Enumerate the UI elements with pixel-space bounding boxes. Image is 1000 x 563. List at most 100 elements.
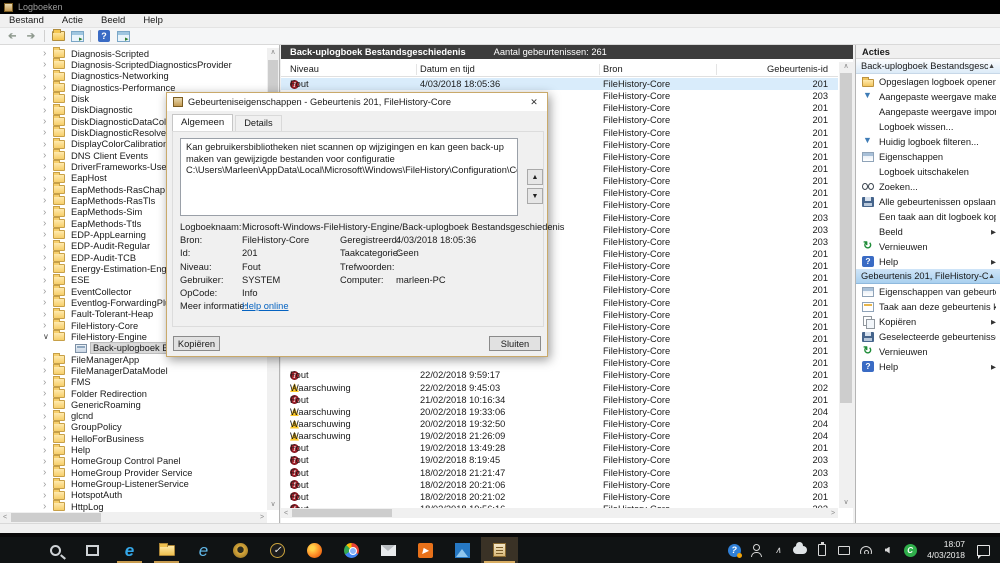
action-item[interactable]: Logboek uitschakelen (856, 164, 1000, 179)
tree-item[interactable]: HttpLog (0, 500, 266, 512)
chevron-icon[interactable] (43, 297, 53, 308)
chevron-icon[interactable] (43, 184, 53, 195)
close-button[interactable]: Sluiten (489, 336, 541, 351)
action-item[interactable]: Opgeslagen logboek openen... (856, 74, 1000, 89)
chevron-icon[interactable] (43, 388, 53, 399)
chevron-icon[interactable] (43, 207, 53, 218)
tree-item[interactable]: Diagnosis-Scripted (0, 47, 266, 59)
tree-item[interactable]: GroupPolicy (0, 420, 266, 433)
chevron-icon[interactable] (43, 320, 53, 331)
tree-horizontal-scrollbar[interactable]: < > (0, 512, 267, 523)
chevron-icon[interactable] (43, 139, 53, 150)
chevron-icon[interactable] (43, 105, 53, 116)
help-tray-icon[interactable]: ? (723, 537, 745, 563)
taskbar-clock[interactable]: 18:07 4/03/2018 (921, 539, 973, 560)
chevron-icon[interactable] (43, 241, 53, 252)
menu-item[interactable]: Bestand (0, 14, 53, 27)
search-button[interactable] (37, 537, 74, 563)
menu-item[interactable]: Help (134, 14, 172, 27)
scroll-left-icon[interactable]: < (0, 512, 10, 523)
close-icon[interactable]: ✕ (521, 93, 547, 111)
gold-app-icon[interactable] (222, 537, 259, 563)
tree-item[interactable]: FMS (0, 375, 266, 388)
scrollbar-thumb[interactable] (11, 513, 101, 522)
chevron-icon[interactable] (43, 218, 53, 229)
tree-item[interactable]: glcnd (0, 409, 266, 422)
action-item[interactable]: Vernieuwen (856, 344, 1000, 359)
event-row[interactable]: Waarschuwing 20/02/2018 19:32:50 FileHis… (281, 418, 838, 430)
action-item[interactable]: Taak aan deze gebeurtenis kopp... (856, 299, 1000, 314)
tree-item[interactable]: HomeGroup Provider Service (0, 466, 266, 478)
action-item[interactable]: Geselecteerde gebeurtenissen o... (856, 329, 1000, 344)
chevron-icon[interactable] (43, 59, 53, 70)
chevron-icon[interactable] (43, 229, 53, 240)
tree-item[interactable]: Diagnostics-Networking (0, 69, 266, 82)
chevron-icon[interactable] (43, 399, 53, 410)
checkmark-app-icon[interactable]: ✓ (259, 537, 296, 563)
action-center-icon[interactable] (977, 544, 990, 559)
tree-item[interactable]: GenericRoaming (0, 398, 266, 410)
chevron-icon[interactable] (43, 173, 53, 184)
scroll-right-icon[interactable]: > (828, 508, 838, 518)
tab-algemeen[interactable]: Algemeen (172, 114, 234, 131)
help-button[interactable]: ? (96, 29, 112, 43)
chevron-icon[interactable] (43, 433, 53, 444)
scroll-right-icon[interactable]: > (257, 512, 267, 523)
event-row[interactable]: Fout 18/02/2018 20:21:06 FileHistory-Cor… (281, 479, 838, 491)
chevron-icon[interactable] (43, 445, 53, 456)
chevron-icon[interactable] (43, 127, 53, 138)
list-vertical-scrollbar[interactable]: ∧ ∨ (839, 62, 853, 508)
next-event-button[interactable]: ▼ (527, 188, 543, 204)
chevron-icon[interactable] (43, 195, 53, 206)
chevron-icon[interactable] (43, 161, 53, 172)
event-row[interactable]: Fout 4/03/2018 18:05:36 FileHistory-Core… (281, 78, 838, 91)
chevron-icon[interactable] (43, 354, 53, 365)
tree-item[interactable]: HotspotAuth (0, 488, 266, 501)
event-row[interactable]: Fout 19/02/2018 8:19:45 FileHistory-Core… (281, 454, 838, 466)
menu-item[interactable]: Beeld (92, 14, 134, 27)
chevron-icon[interactable] (43, 456, 53, 467)
action-item[interactable]: Eigenschappen van gebeurtenis (856, 284, 1000, 299)
chevron-icon[interactable] (43, 150, 53, 161)
event-row[interactable]: Waarschuwing 19/02/2018 21:26:09 FileHis… (281, 430, 838, 442)
event-row[interactable]: Waarschuwing 20/02/2018 19:33:06 FileHis… (281, 406, 838, 418)
action-item[interactable]: Beeld ▶ (856, 224, 1000, 239)
chevron-icon[interactable] (43, 479, 53, 490)
action-item[interactable]: Aangepaste weergave maken... (856, 89, 1000, 104)
column-gebeurtenis-id[interactable]: Gebeurtenis-id (720, 62, 828, 76)
tree-item[interactable]: HelloForBusiness (0, 432, 266, 444)
scroll-up-icon[interactable]: ∧ (267, 48, 279, 58)
file-explorer-icon[interactable] (148, 537, 185, 563)
chevron-icon[interactable] (43, 365, 53, 376)
chevron-icon[interactable] (43, 275, 53, 286)
tree-item[interactable]: Folder Redirection (0, 387, 266, 399)
chrome-icon[interactable] (333, 537, 370, 563)
chevron-icon[interactable] (43, 490, 53, 501)
film-tv-icon[interactable]: ▶ (407, 537, 444, 563)
scrollbar-thumb[interactable] (292, 509, 392, 517)
firefox-icon[interactable] (296, 537, 333, 563)
action-item[interactable]: Zoeken... (856, 179, 1000, 194)
back-button[interactable] (4, 29, 20, 43)
volume-icon[interactable] (877, 537, 899, 563)
scroll-up-icon[interactable]: ∧ (839, 62, 853, 72)
action-item[interactable]: Kopiëren ▶ (856, 314, 1000, 329)
scroll-left-icon[interactable]: < (281, 508, 291, 518)
device-icon[interactable] (833, 537, 855, 563)
action-item[interactable]: Een taak aan dit logboek koppel... (856, 209, 1000, 224)
event-row[interactable]: Fout 19/02/2018 13:49:28 FileHistory-Cor… (281, 442, 838, 454)
hidden-icons-chevron[interactable]: ∧ (767, 537, 789, 563)
event-row[interactable]: Fout 22/02/2018 9:59:17 FileHistory-Core… (281, 369, 838, 381)
scroll-down-icon[interactable]: ∨ (839, 498, 853, 508)
console-window-button[interactable] (69, 29, 85, 43)
chevron-icon[interactable] (43, 501, 53, 512)
chevron-icon[interactable] (43, 252, 53, 263)
action-item[interactable]: Aangepaste weergave importer... (856, 104, 1000, 119)
action-item[interactable]: Vernieuwen (856, 239, 1000, 254)
security-icon[interactable]: C (899, 537, 921, 563)
chevron-icon[interactable] (43, 467, 53, 478)
action-item[interactable]: Alle gebeurtenissen opslaan als... (856, 194, 1000, 209)
list-horizontal-scrollbar[interactable]: < > (281, 508, 838, 518)
usb-icon[interactable] (811, 537, 833, 563)
menu-item[interactable]: Actie (53, 14, 92, 27)
